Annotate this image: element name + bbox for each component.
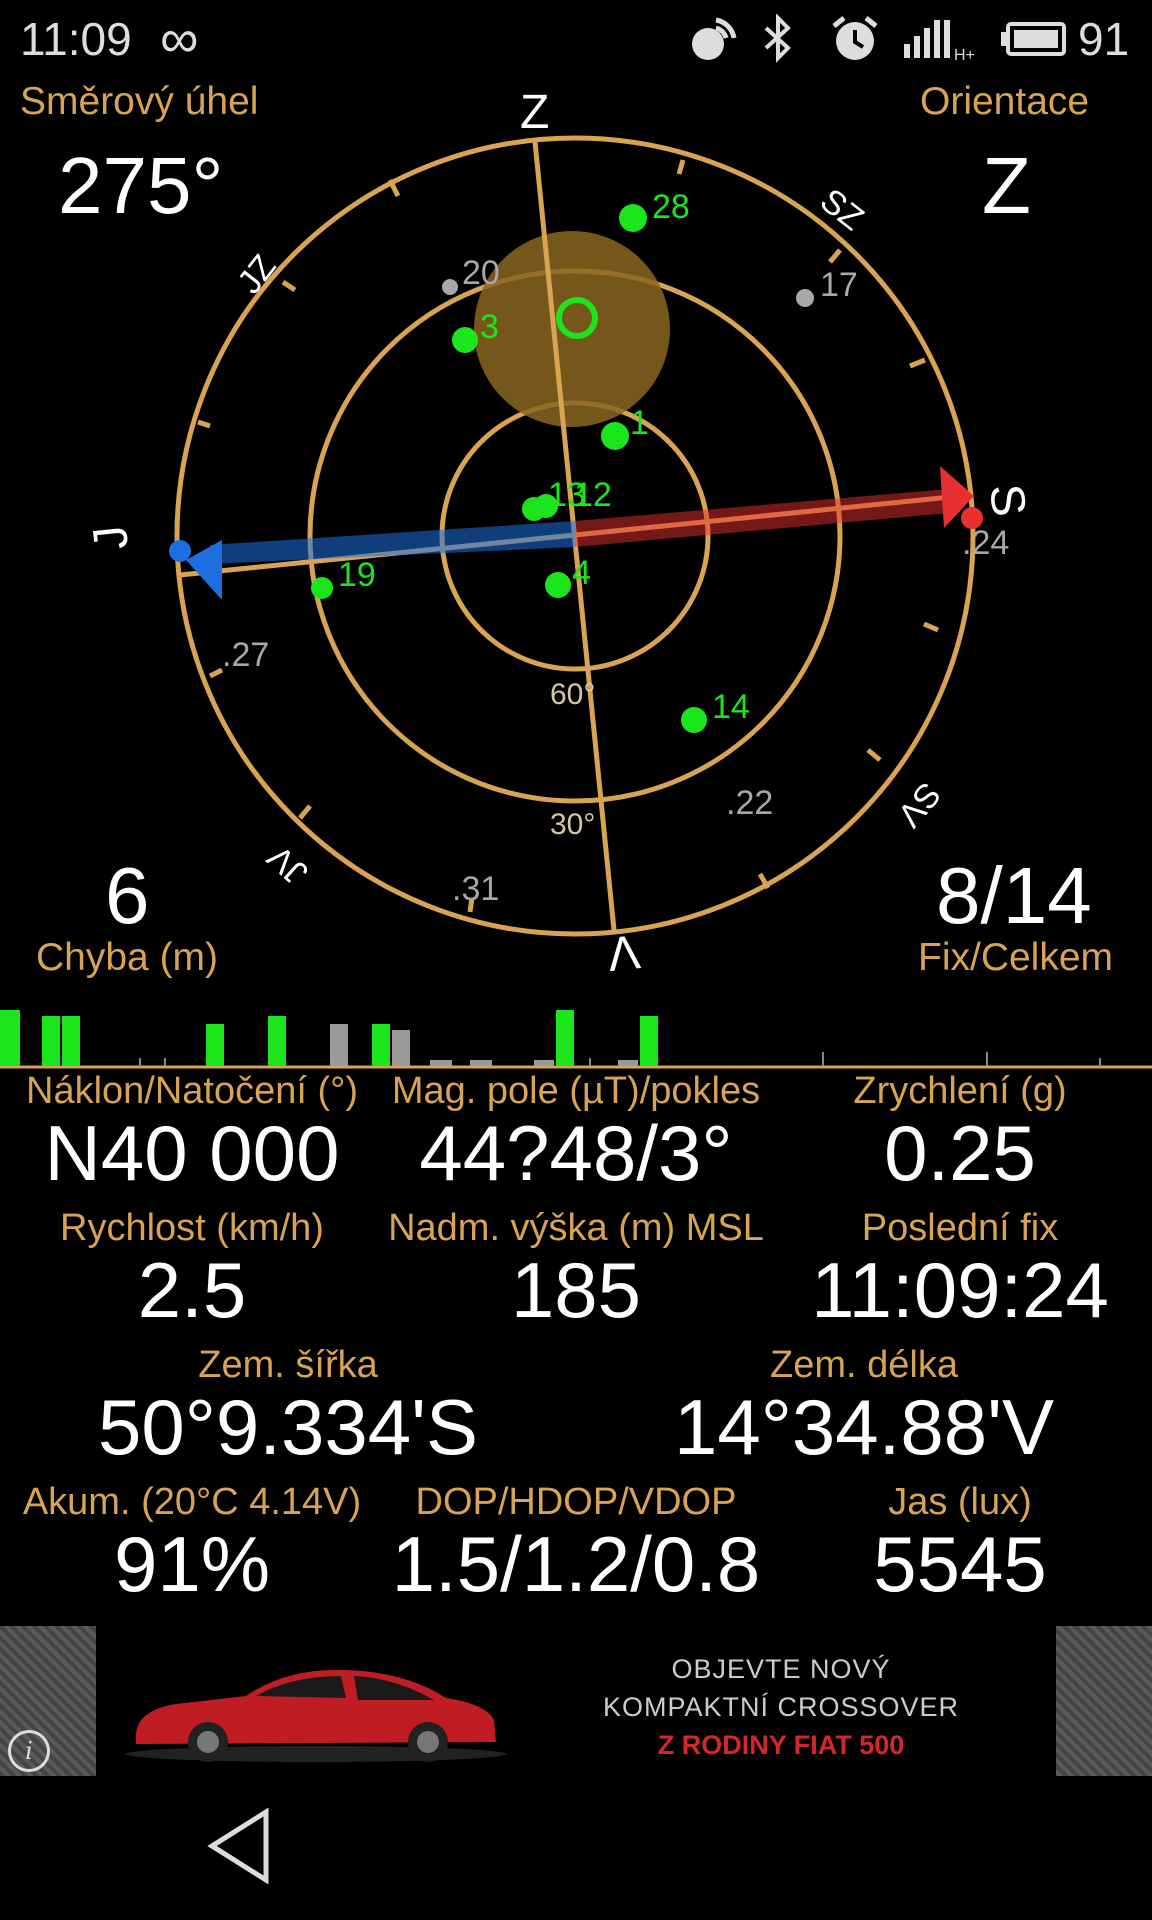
stats-row-4: Akum. (20°C 4.14V) 91% DOP/HDOP/VDOP 1.5… [0, 1481, 1152, 1604]
dir-top-label: Z [520, 86, 549, 139]
dir-sw-label: JV [260, 837, 315, 892]
sat-22-label: .22 [726, 784, 773, 822]
heading-value: 275° [58, 141, 224, 230]
lastfix-value: 11:09:24 [811, 1246, 1109, 1334]
dir-ne-label: SZ [813, 181, 871, 238]
svg-text:H+: H+ [954, 47, 975, 64]
status-time: 11:09 [20, 13, 132, 65]
sat-27-label: .27 [222, 636, 269, 674]
tilt-cell: Náklon/Natočení (°) N40 000 [0, 1070, 384, 1193]
accel-label: Zrychlení (g) [853, 1070, 1067, 1112]
lastfix-label: Poslední fix [861, 1207, 1059, 1249]
tilt-label: Náklon/Natočení (°) [26, 1070, 358, 1112]
latitude-label: Zem. šířka [198, 1344, 378, 1386]
lastfix-cell: Poslední fix 11:09:24 [768, 1207, 1152, 1330]
sat-1-label: 1 [630, 404, 649, 442]
magfield-label: Mag. pole (µT)/pokles [391, 1070, 761, 1112]
north-arrow-shaft [575, 488, 960, 547]
dir-left-label: J [84, 523, 139, 552]
longitude-label: Zem. délka [770, 1344, 958, 1386]
info-icon[interactable]: i [8, 1730, 50, 1772]
signal-strength-bars [0, 1010, 1152, 1069]
sat-4-label: 4 [572, 554, 591, 592]
error-label: Chyba (m) [36, 936, 219, 979]
accel-value: 0.25 [884, 1109, 1036, 1197]
altitude-value: 185 [510, 1246, 642, 1334]
dir-right-label: S [979, 482, 1035, 519]
longitude-cell: Zem. délka 14°34.88'V [576, 1344, 1152, 1467]
battery-cell: Akum. (20°C 4.14V) 91% [0, 1481, 384, 1604]
dop-value: 1.5/1.2/0.8 [391, 1520, 761, 1608]
sat-20-label: 20 [462, 254, 500, 292]
sun-disc [474, 231, 670, 427]
sat-28-label: 28 [652, 188, 690, 226]
sat-17-label: 17 [820, 266, 858, 304]
dir-se-label: SV [890, 775, 948, 834]
sat-3-label: 3 [480, 308, 499, 346]
ad-banner[interactable]: OBJEVTE NOVÝ KOMPAKTNÍ CROSSOVER Z RODIN… [0, 1626, 1152, 1776]
stats-row-2: Rychlost (km/h) 2.5 Nadm. výška (m) MSL … [0, 1207, 1152, 1330]
lux-label: Jas (lux) [888, 1481, 1032, 1523]
infinity-icon: ∞ [160, 9, 199, 69]
bluetooth-icon [764, 14, 791, 63]
ad-content[interactable]: OBJEVTE NOVÝ KOMPAKTNÍ CROSSOVER Z RODIN… [96, 1626, 1056, 1776]
south-arrow-shaft [210, 521, 575, 564]
stats-row-1: Náklon/Natočení (°) N40 000 Mag. pole (µ… [0, 1070, 1152, 1193]
latitude-value: 50°9.334'S [97, 1383, 479, 1471]
elevation-60-label: 60° [550, 678, 595, 711]
battery-value: 91% [113, 1520, 271, 1608]
orientation-label: Orientace [920, 80, 1090, 123]
ad-line-2: KOMPAKTNÍ CROSSOVER [602, 1692, 960, 1722]
sat-19-label: 19 [338, 556, 376, 594]
alarm-icon [832, 16, 878, 60]
ad-line-1: OBJEVTE NOVÝ [671, 1654, 891, 1684]
altitude-label: Nadm. výška (m) MSL [388, 1207, 764, 1249]
speed-value: 2.5 [137, 1246, 247, 1334]
magfield-value: 44?48/3° [419, 1109, 733, 1197]
altitude-cell: Nadm. výška (m) MSL 185 [384, 1207, 768, 1330]
heading-label: Směrový úhel [20, 80, 259, 123]
lux-cell: Jas (lux) 5545 [768, 1481, 1152, 1604]
battery-percent: 91 [1078, 13, 1130, 65]
latitude-cell: Zem. šířka 50°9.334'S [0, 1344, 576, 1467]
fix-label: Fix/Celkem [918, 936, 1114, 979]
accel-cell: Zrychlení (g) 0.25 [768, 1070, 1152, 1193]
elevation-30-label: 30° [550, 808, 595, 841]
south-arrow-icon [186, 540, 222, 600]
lux-value: 5545 [873, 1520, 1047, 1608]
sat-12-label: 12 [574, 476, 612, 514]
navigation-bar [0, 1776, 1152, 1920]
orientation-value: Z [982, 141, 1031, 230]
fix-value: 8/14 [936, 851, 1092, 940]
sat-14-label: 14 [712, 688, 750, 726]
dir-bottom-label: V [605, 924, 642, 980]
dop-cell: DOP/HDOP/VDOP 1.5/1.2/0.8 [384, 1481, 768, 1604]
back-triangle-icon[interactable] [206, 1808, 270, 1884]
speed-label: Rychlost (km/h) [60, 1207, 324, 1249]
magfield-cell: Mag. pole (µT)/pokles 44?48/3° [384, 1070, 768, 1193]
longitude-value: 14°34.88'V [673, 1383, 1055, 1471]
signal-hplus-icon: H+ [904, 20, 975, 64]
tilt-value: N40 000 [44, 1109, 340, 1197]
battery-label: Akum. (20°C 4.14V) [22, 1481, 362, 1523]
dir-nw-label: JZ [230, 248, 283, 301]
sat-31-label: .31 [452, 870, 499, 908]
status-bar: 11:09 ∞ H+ 91 [0, 0, 1152, 80]
stats-row-3: Zem. šířka 50°9.334'S Zem. délka 14°34.8… [0, 1344, 1152, 1467]
ad-line-3: Z RODINY FIAT 500 [657, 1730, 905, 1760]
car-image [126, 1669, 506, 1762]
dop-label: DOP/HDOP/VDOP [415, 1481, 737, 1523]
battery-icon [1001, 22, 1066, 56]
sat-24-label: .24 [962, 524, 1009, 562]
error-value: 6 [105, 851, 150, 940]
speed-cell: Rychlost (km/h) 2.5 [0, 1207, 384, 1330]
hotspot-icon [692, 17, 737, 60]
